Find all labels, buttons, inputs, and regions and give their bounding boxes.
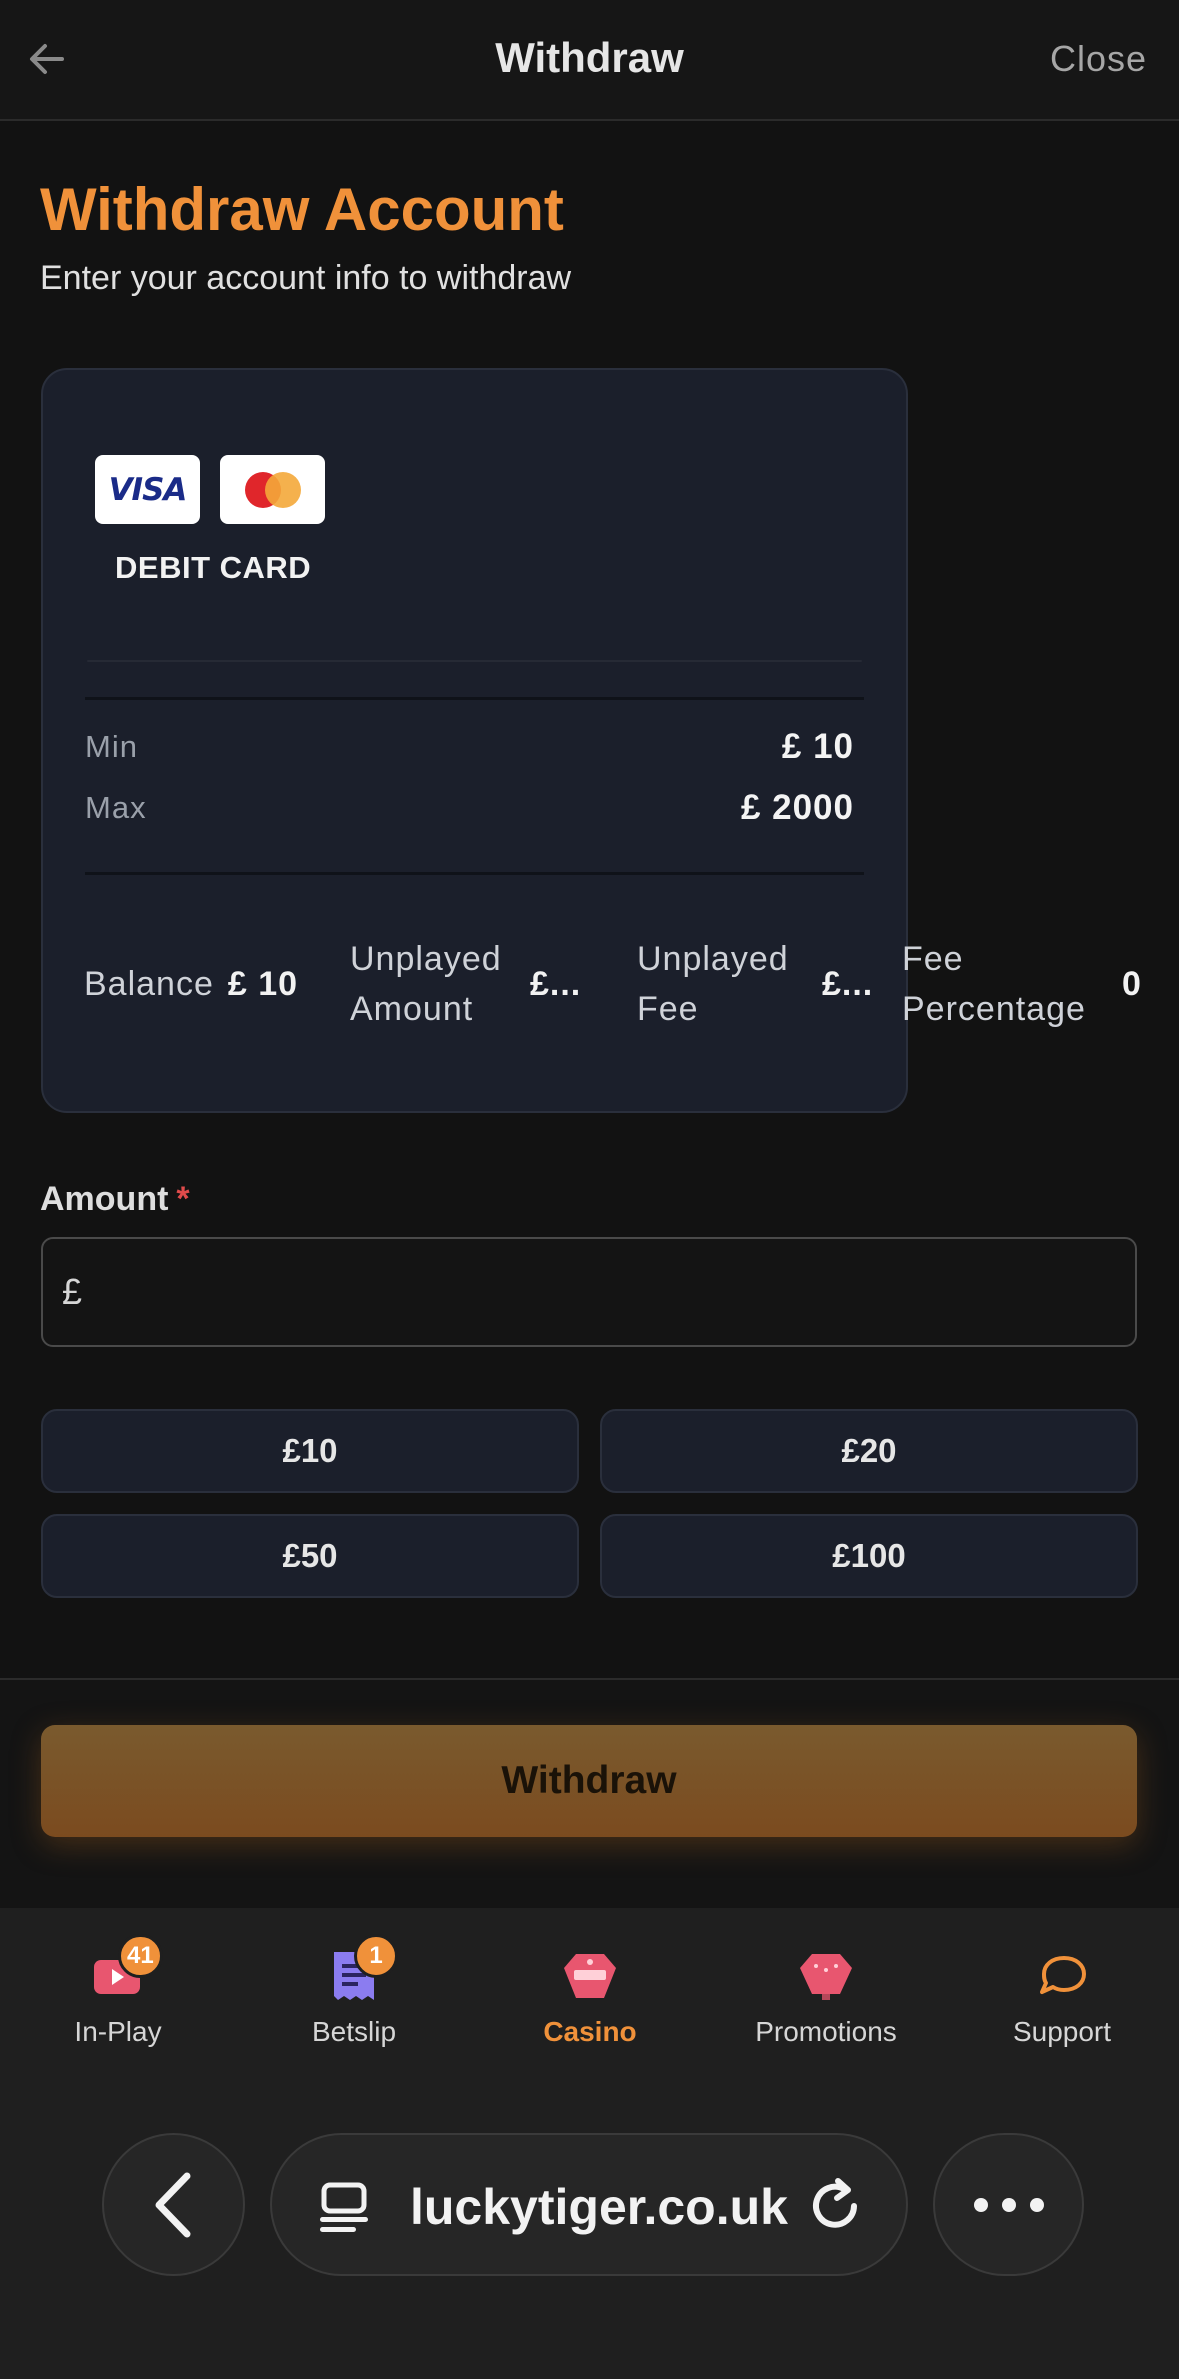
nav-item-betslip[interactable]: 1 Betslip (236, 1908, 472, 2078)
stat-unplayed-amount: Unplayed Amount £... (350, 929, 580, 1039)
card-logos: VISA (95, 455, 325, 524)
quick-amount-20-button[interactable]: £20 (600, 1409, 1138, 1493)
max-value: £ 2000 (740, 788, 854, 827)
url-text: luckytiger.co.uk (410, 2179, 788, 2235)
nav-item-casino[interactable]: Casino (472, 1908, 708, 2078)
mastercard-icon (244, 471, 301, 508)
min-label: Min (85, 729, 138, 764)
stat-value: 0 (1122, 964, 1142, 1003)
visa-logo-text: VISA (108, 471, 188, 508)
visa-logo: VISA (95, 455, 200, 524)
address-bar[interactable]: luckytiger.co.uk (270, 2133, 908, 2276)
stat-label: Balance (84, 965, 214, 1003)
browser-toolbar: luckytiger.co.uk (0, 2078, 1179, 2379)
nav-item-in-play[interactable]: 41 In-Play (0, 1908, 236, 2078)
page-header-title: Withdraw (495, 34, 684, 81)
mastercard-logo (220, 455, 325, 524)
max-row: Max £ 2000 (85, 788, 854, 828)
balance-stats: Balance £ 10 Unplayed Amount £... Unplay… (84, 929, 1179, 1039)
amount-label: Amount * (40, 1180, 190, 1219)
bottom-nav: 41 In-Play 1 Betslip Casino Promotions S… (0, 1908, 1179, 2078)
min-row: Min £ 10 (85, 727, 854, 767)
nav-label: Promotions (755, 2016, 897, 2047)
casino-icon (564, 1954, 616, 1998)
card-type-label: DEBIT CARD (115, 550, 312, 585)
required-mark: * (176, 1180, 190, 1218)
stat-label: Unplayed Fee (637, 940, 789, 1028)
stat-value: £... (530, 964, 580, 1003)
page-title: Withdraw Account (40, 176, 564, 243)
quick-amount-50-button[interactable]: £50 (41, 1514, 579, 1598)
nav-label: Support (1012, 2016, 1112, 2047)
top-bar: Withdraw Close (0, 0, 1179, 121)
min-value: £ 10 (781, 727, 854, 766)
stat-label: Fee Percentage (902, 940, 1086, 1028)
nav-label: Casino (543, 2016, 637, 2047)
max-label: Max (85, 790, 147, 825)
reload-icon[interactable] (804, 2175, 866, 2237)
amount-input[interactable] (82, 1239, 1135, 1345)
amount-label-text: Amount (40, 1180, 169, 1218)
nav-label: In-Play (74, 2016, 162, 2047)
quick-amount-100-button[interactable]: £100 (600, 1514, 1138, 1598)
quick-amount-10-button[interactable]: £10 (41, 1409, 579, 1493)
amount-field[interactable]: £ (41, 1237, 1137, 1347)
betslip-badge: 1 (354, 1934, 398, 1978)
browser-more-button[interactable] (933, 2133, 1084, 2276)
action-bar: Withdraw (0, 1678, 1179, 1908)
chat-icon (1040, 1956, 1086, 1994)
promotions-icon (800, 1954, 852, 2000)
more-dot (1029, 2197, 1044, 2212)
nav-item-support[interactable]: Support (944, 1908, 1179, 2078)
divider (85, 872, 864, 875)
withdraw-button[interactable]: Withdraw (41, 1725, 1137, 1837)
page-subtitle: Enter your account info to withdraw (40, 259, 572, 297)
more-dot (973, 2197, 988, 2212)
card-underline (87, 660, 862, 662)
stat-value: £... (822, 964, 872, 1003)
nav-item-promotions[interactable]: Promotions (708, 1908, 944, 2078)
stat-value: £ 10 (227, 964, 299, 1003)
divider (85, 697, 864, 700)
in-play-badge: 41 (118, 1934, 163, 1978)
nav-label: Betslip (311, 2016, 397, 2047)
currency-symbol: £ (62, 1271, 83, 1312)
more-dot (1001, 2197, 1016, 2212)
stat-unplayed-fee: Unplayed Fee £... (637, 929, 872, 1039)
tab-layout-icon (320, 2182, 368, 2232)
browser-back-button[interactable] (102, 2133, 245, 2276)
chevron-left-icon (155, 2172, 190, 2237)
withdraw-form: Withdraw Account Enter your account info… (0, 123, 1179, 1678)
stat-fee-percentage: Fee Percentage 0 (902, 929, 1142, 1039)
stat-label: Unplayed Amount (350, 940, 502, 1028)
stat-balance: Balance £ 10 (84, 929, 298, 1039)
close-button[interactable]: Close (1050, 38, 1147, 80)
